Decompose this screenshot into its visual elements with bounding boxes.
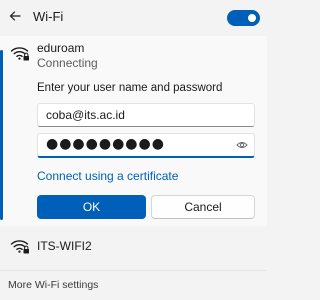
ok-button[interactable]: OK [37,195,146,219]
credentials-prompt: Enter your user name and password [37,82,223,94]
network-name: eduroam [37,41,85,55]
page-title: Wi-Fi [33,9,64,24]
wifi-secured-icon [10,240,29,254]
network-item-its-wifi2[interactable]: ITS-WIFI2 [0,230,267,262]
password-mask: ●●●●●●●●● [46,136,165,152]
cancel-button[interactable]: Cancel [151,195,255,219]
wifi-toggle[interactable] [227,10,260,26]
more-wifi-settings-link[interactable]: More Wi-Fi settings [8,279,98,291]
eye-icon[interactable] [236,140,248,150]
username-field[interactable] [37,103,255,127]
connect-certificate-link[interactable]: Connect using a certificate [37,169,178,183]
divider [0,270,267,271]
selection-indicator [0,50,3,220]
network-name: ITS-WIFI2 [37,239,92,253]
wifi-flyout: Wi-Fi eduroam Connecting Enter your user… [0,0,267,300]
password-field[interactable]: ●●●●●●●●● [37,133,255,158]
network-card-eduroam: eduroam Connecting Enter your user name … [0,36,267,226]
wifi-header: Wi-Fi [0,0,267,34]
wifi-secured-icon [10,47,29,61]
network-status: Connecting [37,56,98,70]
toggle-knob [248,14,256,22]
arrow-left-icon[interactable] [8,9,22,23]
